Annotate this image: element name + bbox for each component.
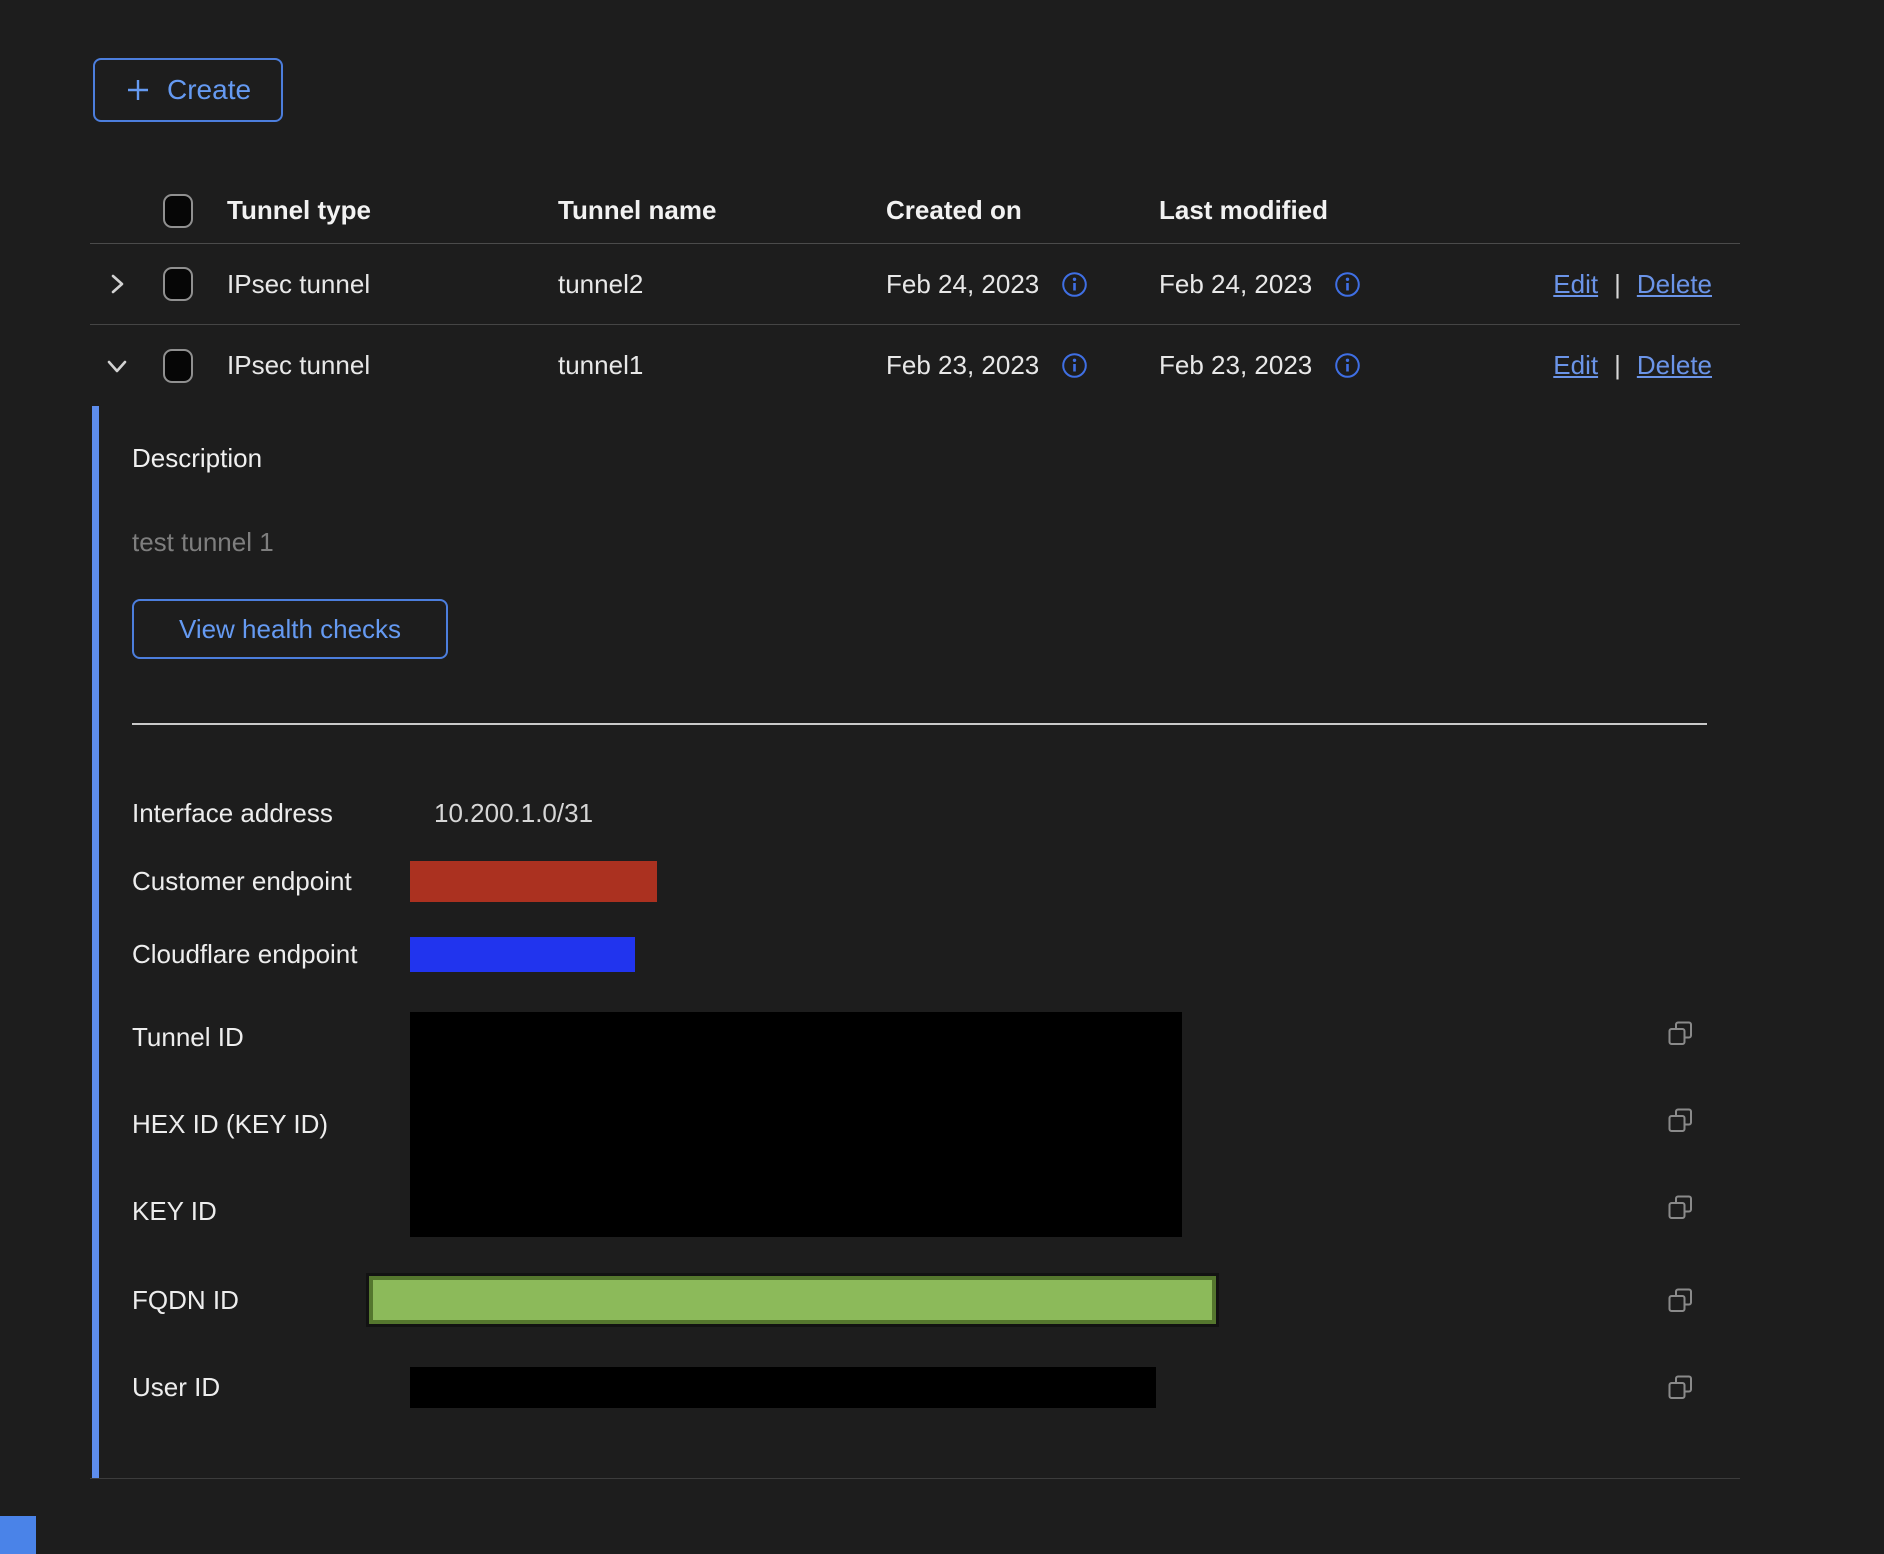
table-row: IPsec tunnel tunnel2 Feb 24, 2023 Feb 24… <box>90 244 1740 325</box>
copy-tunnel-id-button[interactable] <box>1667 1020 1694 1099</box>
info-icon[interactable] <box>1061 352 1088 379</box>
customer-endpoint-label: Customer endpoint <box>132 866 410 897</box>
action-separator: | <box>1614 350 1621 381</box>
panel-divider <box>132 723 1707 725</box>
last-modified-cell: Feb 24, 2023 <box>1159 269 1312 300</box>
copy-icon <box>1667 1194 1694 1221</box>
row-checkbox[interactable] <box>163 349 193 383</box>
copy-icon <box>1667 1020 1694 1047</box>
key-id-label: KEY ID <box>132 1186 410 1273</box>
tunnels-page: Create Tunnel type Tunnel name Created o… <box>0 0 1884 1554</box>
user-id-label: User ID <box>132 1372 410 1403</box>
interface-address-label: Interface address <box>132 798 410 829</box>
fqdn-id-label: FQDN ID <box>132 1285 369 1316</box>
plus-icon <box>125 77 151 103</box>
tunnel-type-cell: IPsec tunnel <box>227 350 558 381</box>
delete-link[interactable]: Delete <box>1637 350 1712 381</box>
cloudflare-endpoint-label: Cloudflare endpoint <box>132 939 410 970</box>
column-header-tunnel-type: Tunnel type <box>227 195 558 226</box>
description-value: test tunnel 1 <box>132 527 1740 557</box>
cloudflare-endpoint-redaction <box>410 937 635 972</box>
create-button-label: Create <box>167 74 251 106</box>
copy-user-id-button[interactable] <box>1667 1374 1694 1401</box>
interface-address-value: 10.200.1.0/31 <box>410 798 593 829</box>
edit-link[interactable]: Edit <box>1553 350 1598 381</box>
chevron-down-icon[interactable] <box>104 353 130 379</box>
column-header-created-on: Created on <box>886 195 1159 226</box>
created-on-cell: Feb 24, 2023 <box>886 269 1039 300</box>
user-id-redaction <box>410 1367 1156 1408</box>
row-checkbox[interactable] <box>163 267 193 301</box>
info-icon[interactable] <box>1334 352 1361 379</box>
cloudflare-endpoint-row: Cloudflare endpoint <box>132 918 1740 991</box>
hex-id-label: HEX ID (KEY ID) <box>132 1099 410 1186</box>
table-row: IPsec tunnel tunnel1 Feb 23, 2023 Feb 23… <box>90 325 1740 406</box>
info-icon[interactable] <box>1334 271 1361 298</box>
column-header-tunnel-name: Tunnel name <box>558 195 886 226</box>
expanded-row-panel: Description test tunnel 1 View health ch… <box>90 406 1740 1479</box>
copy-icon <box>1667 1107 1694 1134</box>
column-header-last-modified: Last modified <box>1159 195 1449 226</box>
copy-key-id-button[interactable] <box>1667 1194 1694 1273</box>
customer-endpoint-row: Customer endpoint <box>132 845 1740 918</box>
tunnel-name-cell: tunnel2 <box>558 269 886 300</box>
select-all-checkbox[interactable] <box>163 194 193 228</box>
created-on-cell: Feb 23, 2023 <box>886 350 1039 381</box>
copy-fqdn-id-button[interactable] <box>1667 1287 1694 1314</box>
edit-link[interactable]: Edit <box>1553 269 1598 300</box>
action-separator: | <box>1614 269 1621 300</box>
info-icon[interactable] <box>1061 271 1088 298</box>
create-button[interactable]: Create <box>93 58 283 122</box>
tunnel-type-cell: IPsec tunnel <box>227 269 558 300</box>
last-modified-cell: Feb 23, 2023 <box>1159 350 1312 381</box>
customer-endpoint-redaction <box>410 861 657 902</box>
table-header: Tunnel type Tunnel name Created on Last … <box>90 178 1740 244</box>
fqdn-id-redaction <box>369 1276 1216 1324</box>
user-id-row: User ID <box>132 1367 1740 1408</box>
fqdn-id-row: FQDN ID <box>132 1273 1740 1327</box>
copy-icon <box>1667 1374 1694 1401</box>
copy-hex-id-button[interactable] <box>1667 1107 1694 1186</box>
view-health-checks-button[interactable]: View health checks <box>132 599 448 659</box>
delete-link[interactable]: Delete <box>1637 269 1712 300</box>
id-values-redaction <box>410 1012 1182 1237</box>
chevron-right-icon[interactable] <box>104 271 130 297</box>
description-label: Description <box>132 406 1740 473</box>
tunnel-name-cell: tunnel1 <box>558 350 886 381</box>
id-fields-group: Tunnel ID HEX ID (KEY ID) KEY ID <box>132 1012 1740 1273</box>
tunnel-id-label: Tunnel ID <box>132 1012 410 1099</box>
copy-icon <box>1667 1287 1694 1314</box>
interface-address-row: Interface address 10.200.1.0/31 <box>132 781 1740 845</box>
bottom-left-accent <box>0 1516 36 1554</box>
